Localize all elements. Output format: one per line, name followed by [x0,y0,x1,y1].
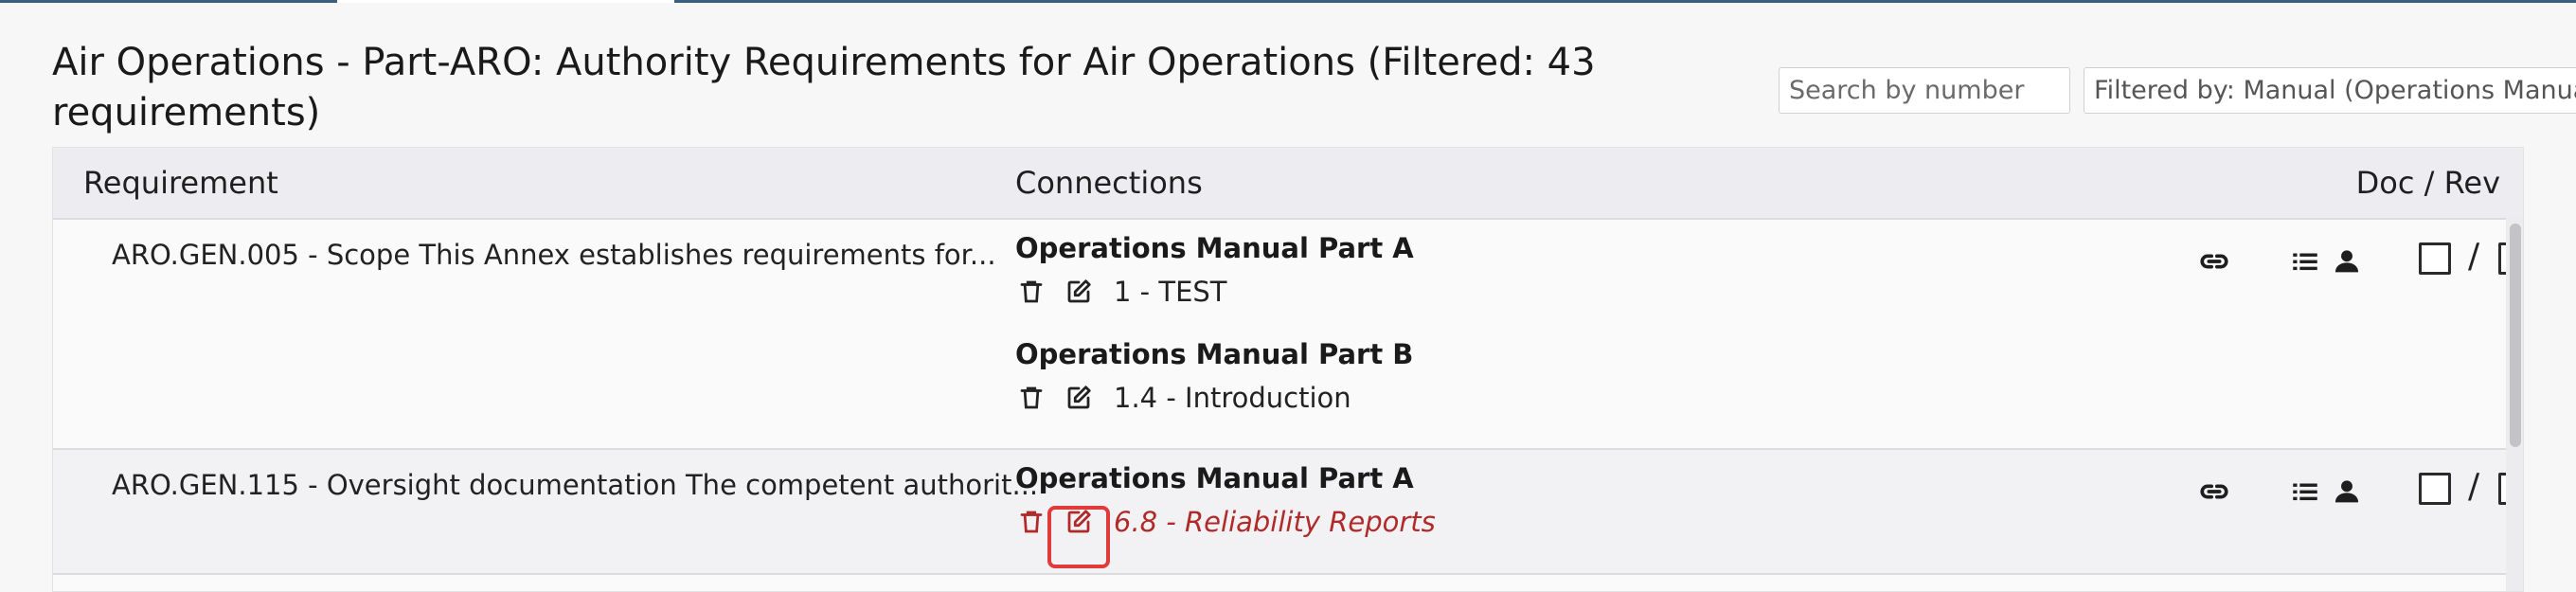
doc-rev-separator: / [2468,237,2480,276]
connection-label[interactable]: 6.8 - Reliability Reports [1114,506,1436,538]
person-icon[interactable] [2328,471,2366,512]
doc-rev-separator: / [2468,467,2480,506]
filter-select[interactable]: Filtered by: Manual (Operations Manual [2084,67,2576,114]
connection-group-title: Operations Manual Part A [1015,462,1414,494]
search-input[interactable] [1779,67,2070,114]
header-requirement[interactable]: Requirement [83,148,278,218]
edit-icon[interactable] [1063,276,1095,308]
connection-group: Operations Manual Part B 1.4 - Introduct… [1015,335,1413,421]
link-icon[interactable] [2195,471,2233,512]
trash-icon[interactable] [1015,276,1047,308]
list-icon[interactable] [2286,241,2324,282]
link-icon[interactable] [2195,241,2233,282]
header-connections[interactable]: Connections [1015,148,1203,218]
row-actions: / [2137,467,2523,512]
row-actions: / [2137,237,2523,282]
requirements-table: Requirement Connections Doc / Rev ARO.GE… [52,147,2524,592]
table-header: Requirement Connections Doc / Rev [53,148,2523,220]
requirement-text[interactable]: ARO.GEN.005 - Scope This Annex establish… [112,239,996,271]
page-title: Air Operations - Part-ARO: Authority Req… [52,41,1596,135]
connection-item: 1.4 - Introduction [1015,375,1413,421]
connection-label[interactable]: 1 - TEST [1114,276,1227,308]
connection-group-title: Operations Manual Part B [1015,338,1414,370]
connection-group: Operations Manual Part A 1 - TEST [1015,229,1414,314]
connection-label[interactable]: 1.4 - Introduction [1114,382,1351,414]
table-row[interactable]: ARO.GEN.005 - Scope This Annex establish… [53,220,2523,450]
top-active-tab-indicator [337,0,674,3]
connection-group-title: Operations Manual Part A [1015,232,1414,264]
doc-checkbox[interactable] [2419,473,2451,505]
table-row[interactable]: ARO.GEN.115 - Oversight documentation Th… [53,450,2523,575]
doc-checkbox[interactable] [2419,242,2451,275]
requirement-text[interactable]: ARO.GEN.115 - Oversight documentation Th… [112,469,1038,501]
header-doc-rev[interactable]: Doc / Rev [2356,148,2500,218]
trash-icon[interactable] [1015,382,1047,414]
person-icon[interactable] [2328,241,2366,282]
connection-item: 1 - TEST [1015,269,1414,314]
edit-highlight-box [1047,506,1110,568]
scrollbar-thumb[interactable] [2510,224,2521,447]
trash-icon[interactable] [1015,506,1047,538]
list-icon[interactable] [2286,471,2324,512]
edit-icon[interactable] [1063,382,1095,414]
vertical-scrollbar[interactable] [2506,218,2523,591]
